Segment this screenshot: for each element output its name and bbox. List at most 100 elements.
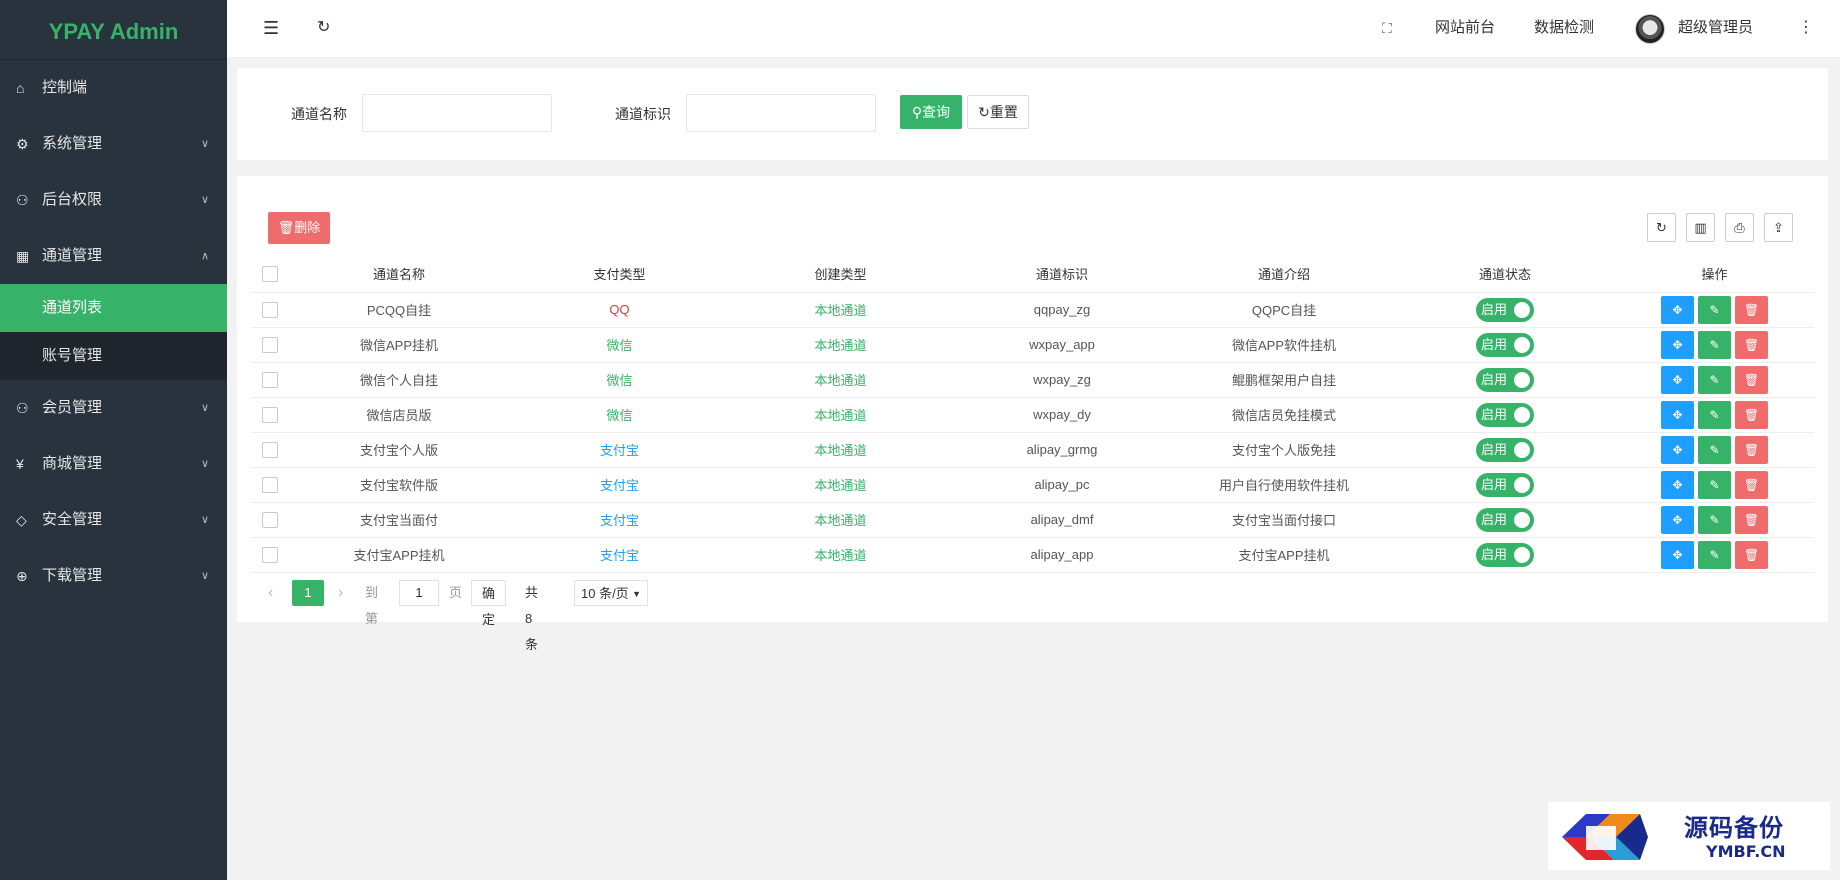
reset-button[interactable]: ↻重置 [967,95,1029,129]
top-header: ☰ ↻ ⛶ 网站前台 数据检测 超级管理员 ⋮ [227,0,1840,58]
columns-icon[interactable]: ▥ [1686,213,1715,242]
cell-name: 微信APP挂机 [289,327,509,363]
edit-icon[interactable]: ✎ [1698,435,1731,464]
status-toggle[interactable]: 启用 [1476,367,1534,392]
more-vertical-icon[interactable]: ⋮ [1798,0,1814,58]
delete-button[interactable]: 🗑删除 [268,212,330,244]
avatar[interactable] [1635,14,1665,44]
fullscreen-icon[interactable]: ⛶ [1382,0,1392,58]
trash-icon[interactable]: 🗑 [1735,505,1768,534]
cell-create-type: 本地通道 [730,362,951,398]
page-current[interactable]: 1 [292,580,324,606]
cell-create-type: 本地通道 [730,502,951,538]
table-row: PCQQ自挂 QQ 本地通道 qqpay_zg QQPC自挂 启用 ✥ ✎ 🗑 [251,292,1814,328]
row-checkbox[interactable] [262,301,278,318]
trash-icon[interactable]: 🗑 [1735,435,1768,464]
user-name[interactable]: 超级管理员 [1678,0,1753,58]
sidebar-item-dashboard[interactable]: ⌂ 控制端 [0,60,227,116]
move-icon[interactable]: ✥ [1661,505,1694,534]
next-page-icon[interactable]: › [338,580,343,606]
cell-ident: wxpay_dy [951,397,1173,433]
channel-name-input[interactable] [362,94,552,132]
sidebar-item-channel-list[interactable]: 通道列表 [0,284,227,332]
trash-icon[interactable]: 🗑 [1735,365,1768,394]
sidebar-item-system[interactable]: ⚙ 系统管理 ∨ [0,116,227,172]
table-row: 支付宝软件版 支付宝 本地通道 alipay_pc 用户自行使用软件挂机 启用 ✥ ✎ 🗑 [251,467,1814,503]
trash-icon[interactable]: 🗑 [1735,295,1768,324]
goto-page-input[interactable] [399,580,439,606]
page-size-select[interactable]: 10 条/页 ▼ [574,580,648,606]
edit-icon[interactable]: ✎ [1698,540,1731,569]
move-icon[interactable]: ✥ [1661,365,1694,394]
sidebar-item-security[interactable]: ◇ 安全管理 ∨ [0,492,227,548]
row-checkbox[interactable] [262,406,278,423]
move-icon[interactable]: ✥ [1661,295,1694,324]
move-icon[interactable]: ✥ [1661,330,1694,359]
toggle-knob [1514,546,1530,563]
site-front-link[interactable]: 网站前台 [1435,0,1495,58]
table-header-row: 通道名称 支付类型 创建类型 通道标识 通道介绍 通道状态 操作 [251,256,1814,293]
cell-pay-type: 支付宝 [509,537,730,573]
watermark-title: 源码备份 [1684,813,1784,842]
row-checkbox[interactable] [262,511,278,528]
goto-confirm-button[interactable]: 确定 [471,580,507,627]
user-icon: ⚇ [16,400,29,416]
status-toggle[interactable]: 启用 [1476,402,1534,427]
edit-icon[interactable]: ✎ [1698,295,1731,324]
cell-ident: alipay_app [951,537,1173,573]
sidebar-item-channels[interactable]: ▦ 通道管理 ∨ [0,228,227,284]
cell-intro: QQPC自挂 [1173,292,1395,328]
prev-page-icon[interactable]: ‹ [268,580,273,606]
move-icon[interactable]: ✥ [1661,470,1694,499]
status-toggle[interactable]: 启用 [1476,332,1534,357]
row-checkbox[interactable] [262,371,278,388]
trash-icon[interactable]: 🗑 [1735,400,1768,429]
trash-icon[interactable]: 🗑 [1735,330,1768,359]
refresh-icon[interactable]: ↻ [317,0,330,58]
diamond-icon: ◇ [16,512,27,528]
status-toggle[interactable]: 启用 [1476,542,1534,567]
row-checkbox[interactable] [262,546,278,563]
sidebar-item-mall[interactable]: ¥ 商城管理 ∨ [0,436,227,492]
column-header: 通道状态 [1395,256,1615,293]
menu-fold-icon[interactable]: ☰ [263,0,279,58]
status-toggle[interactable]: 启用 [1476,297,1534,322]
row-checkbox[interactable] [262,441,278,458]
row-checkbox[interactable] [262,336,278,353]
trash-icon[interactable]: 🗑 [1735,540,1768,569]
app-logo: YPAY Admin [0,0,227,60]
move-icon[interactable]: ✥ [1661,435,1694,464]
export-icon[interactable]: ⇪ [1764,213,1793,242]
sidebar-item-downloads[interactable]: ⊕ 下载管理 ∨ [0,548,227,604]
sidebar-item-accounts[interactable]: 账号管理 [0,332,227,380]
table-row: 支付宝当面付 支付宝 本地通道 alipay_dmf 支付宝当面付接口 启用 ✥ ✎ 🗑 [251,502,1814,538]
status-toggle[interactable]: 启用 [1476,437,1534,462]
column-header: 支付类型 [509,256,730,293]
edit-icon[interactable]: ✎ [1698,400,1731,429]
status-toggle[interactable]: 启用 [1476,507,1534,532]
edit-icon[interactable]: ✎ [1698,470,1731,499]
table-row: 微信APP挂机 微信 本地通道 wxpay_app 微信APP软件挂机 启用 ✥ ✎ 🗑 [251,327,1814,363]
status-toggle[interactable]: 启用 [1476,472,1534,497]
move-icon[interactable]: ✥ [1661,540,1694,569]
trash-icon[interactable]: 🗑 [1735,470,1768,499]
sidebar-item-members[interactable]: ⚇ 会员管理 ∨ [0,380,227,436]
edit-icon[interactable]: ✎ [1698,330,1731,359]
select-all-checkbox[interactable] [262,266,278,283]
edit-icon[interactable]: ✎ [1698,505,1731,534]
print-icon[interactable]: ⎙ [1725,213,1754,242]
sidebar-item-label: 安全管理 [42,511,103,528]
move-icon[interactable]: ✥ [1661,400,1694,429]
edit-icon[interactable]: ✎ [1698,365,1731,394]
table-refresh-icon[interactable]: ↻ [1647,213,1676,242]
query-button[interactable]: ⚲查询 [900,95,962,129]
data-check-link[interactable]: 数据检测 [1534,0,1594,58]
sidebar-item-permissions[interactable]: ⚇ 后台权限 ∨ [0,172,227,228]
cell-pay-type: QQ [509,292,730,328]
search-icon: ⚲ [911,104,923,120]
toggle-knob [1514,406,1530,423]
cell-create-type: 本地通道 [730,397,951,433]
channel-ident-input[interactable] [686,94,876,132]
watermark-logo [1562,814,1648,860]
row-checkbox[interactable] [262,476,278,493]
